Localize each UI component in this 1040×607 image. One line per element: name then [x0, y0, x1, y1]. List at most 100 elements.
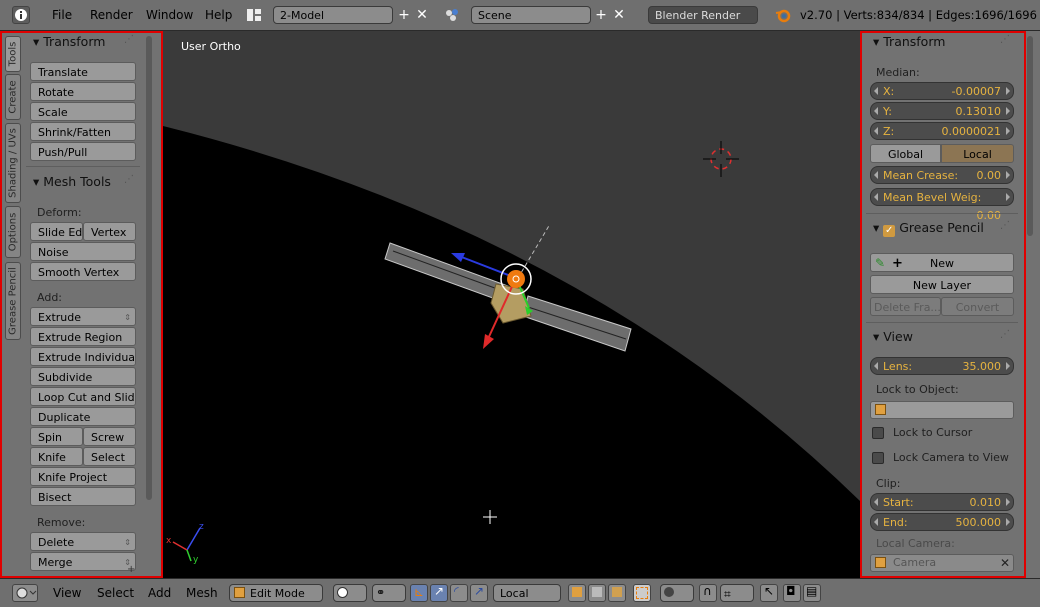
menu-file[interactable]: File — [52, 0, 72, 30]
rotate-button[interactable]: Rotate — [30, 82, 136, 101]
push-pull-button[interactable]: Push/Pull — [30, 142, 136, 161]
local-camera-field[interactable]: Camera ✕ — [870, 554, 1014, 572]
render-still-button[interactable]: ◘ — [783, 584, 801, 602]
noise-button[interactable]: Noise — [30, 242, 136, 261]
extrude-dropdown[interactable]: Extrude ⇕ — [30, 307, 136, 326]
add-scene-icon[interactable]: + — [593, 6, 609, 24]
face-select-mode[interactable] — [608, 584, 626, 602]
subdivide-button[interactable]: Subdivide — [30, 367, 136, 386]
slide-edge-button[interactable]: Slide Ed — [30, 222, 83, 241]
menu-mesh[interactable]: Mesh — [186, 579, 218, 607]
tool-shelf-scrollbar[interactable] — [146, 36, 152, 500]
rotate-manipulator-button[interactable]: ◜ — [450, 584, 468, 602]
clear-camera-icon[interactable]: ✕ — [1000, 555, 1010, 571]
menu-view[interactable]: View — [53, 579, 81, 607]
bisect-button[interactable]: Bisect — [30, 487, 136, 506]
snap-element-dropdown[interactable]: ⌗ — [720, 584, 754, 602]
pivot-point-dropdown[interactable]: ⚭ — [372, 584, 406, 602]
grease-pencil-new-button[interactable]: ✎ + New — [870, 253, 1014, 272]
drag-handle-icon[interactable]: ⋰ — [124, 34, 134, 45]
translate-button[interactable]: Translate — [30, 62, 136, 81]
screen-layout-field[interactable]: 2-Model — [273, 6, 393, 24]
extrude-individual-button[interactable]: Extrude Individual — [30, 347, 136, 366]
lock-camera-to-view-checkbox[interactable] — [872, 452, 884, 464]
proportional-editing-dropdown[interactable] — [660, 584, 694, 602]
scale-manipulator-button[interactable]: ↗ — [470, 584, 488, 602]
add-screen-icon[interactable]: + — [396, 6, 412, 24]
tab-options[interactable]: Options — [5, 206, 21, 258]
median-z-field[interactable]: Z: 0.0000021 — [870, 122, 1014, 140]
panel-header-view[interactable]: ▾ View — [873, 329, 913, 344]
global-toggle[interactable]: Global — [870, 144, 941, 163]
snap-toggle[interactable]: ∩ — [699, 584, 717, 602]
opengl-render-button[interactable]: ↖ — [760, 584, 778, 602]
screen-layout-icon[interactable] — [246, 7, 262, 23]
lock-object-field[interactable] — [870, 401, 1014, 419]
panel-header-transform-tools[interactable]: ▾ Transform — [33, 34, 105, 49]
delete-frame-button[interactable]: Delete Fra... — [870, 297, 941, 316]
convert-button[interactable]: Convert — [941, 297, 1014, 316]
translate-manipulator-button[interactable]: ↗ — [430, 584, 448, 602]
smooth-vertex-button[interactable]: Smooth Vertex — [30, 262, 136, 281]
menu-render[interactable]: Render — [90, 0, 133, 30]
tab-create[interactable]: Create — [5, 74, 21, 120]
tab-grease-pencil[interactable]: Grease Pencil — [5, 262, 21, 340]
mean-bevel-weight-field[interactable]: Mean Bevel Weig: 0.00 — [870, 188, 1014, 222]
scene-icon[interactable] — [444, 7, 460, 23]
panel-header-transform[interactable]: ▾ Transform — [873, 34, 945, 49]
local-toggle[interactable]: Local — [941, 144, 1014, 163]
grease-pencil-checkbox[interactable]: ✓ — [883, 225, 896, 237]
tab-shading-uvs[interactable]: Shading / UVs — [5, 123, 21, 203]
3d-viewport[interactable]: z x y User Ortho — [163, 31, 860, 578]
spin-button[interactable]: Spin — [30, 427, 83, 446]
panel-header-mesh-tools[interactable]: ▾ Mesh Tools — [33, 174, 111, 189]
screw-button[interactable]: Screw — [83, 427, 136, 446]
duplicate-button[interactable]: Duplicate — [30, 407, 136, 426]
scene-field[interactable]: Scene — [471, 6, 591, 24]
render-animation-button[interactable]: ▤ — [803, 584, 821, 602]
transform-orientation-dropdown[interactable]: Local — [493, 584, 561, 602]
mean-crease-field[interactable]: Mean Crease: 0.00 — [870, 166, 1014, 184]
lock-to-cursor-checkbox[interactable] — [872, 427, 884, 439]
manipulator-toggle[interactable]: ⊾ — [410, 584, 428, 602]
render-engine-dropdown[interactable]: Blender Render — [648, 6, 758, 24]
viewport-shading-dropdown[interactable] — [333, 584, 367, 602]
tab-tools[interactable]: Tools — [5, 36, 21, 72]
limit-selection-toggle[interactable] — [633, 584, 651, 602]
edge-select-mode[interactable] — [588, 584, 606, 602]
drag-handle-icon[interactable]: ⋰ — [1000, 34, 1010, 45]
median-x-field[interactable]: X: -0.00007 — [870, 82, 1014, 100]
expand-plus-icon[interactable]: + — [127, 564, 135, 575]
drag-handle-icon[interactable]: ⋰ — [1000, 329, 1010, 340]
knife-project-button[interactable]: Knife Project — [30, 467, 136, 486]
panel-header-grease-pencil[interactable]: ▾ ✓ Grease Pencil — [873, 220, 984, 237]
menu-add[interactable]: Add — [148, 579, 171, 607]
clip-end-field[interactable]: End: 500.000 — [870, 513, 1014, 531]
info-editor-type-button[interactable] — [12, 6, 30, 24]
editor-type-button[interactable] — [12, 584, 38, 602]
knife-button[interactable]: Knife — [30, 447, 83, 466]
vertex-select-mode[interactable] — [568, 584, 586, 602]
menu-window[interactable]: Window — [146, 0, 193, 30]
drag-handle-icon[interactable]: ⋰ — [124, 174, 134, 185]
lens-field[interactable]: Lens: 35.000 — [870, 357, 1014, 375]
shrink-fatten-button[interactable]: Shrink/Fatten — [30, 122, 136, 141]
knife-select-button[interactable]: Select — [83, 447, 136, 466]
remove-scene-icon[interactable]: ✕ — [611, 6, 627, 24]
new-layer-button[interactable]: New Layer — [870, 275, 1014, 294]
median-y-field[interactable]: Y: 0.13010 — [870, 102, 1014, 120]
menu-help[interactable]: Help — [205, 0, 232, 30]
extrude-region-button[interactable]: Extrude Region — [30, 327, 136, 346]
menu-select[interactable]: Select — [97, 579, 134, 607]
merge-dropdown[interactable]: Merge ⇕ — [30, 552, 136, 571]
drag-handle-icon[interactable]: ⋰ — [1000, 220, 1010, 231]
slide-vertex-button[interactable]: Vertex — [83, 222, 136, 241]
clip-start-field[interactable]: Start: 0.010 — [870, 493, 1014, 511]
delete-dropdown[interactable]: Delete ⇕ — [30, 532, 136, 551]
properties-scrollbar[interactable] — [1027, 36, 1033, 236]
scale-button[interactable]: Scale — [30, 102, 136, 121]
vertex-cube-icon — [572, 587, 582, 597]
mode-dropdown[interactable]: Edit Mode — [229, 584, 323, 602]
remove-screen-icon[interactable]: ✕ — [414, 6, 430, 24]
loop-cut-slide-button[interactable]: Loop Cut and Slide — [30, 387, 136, 406]
